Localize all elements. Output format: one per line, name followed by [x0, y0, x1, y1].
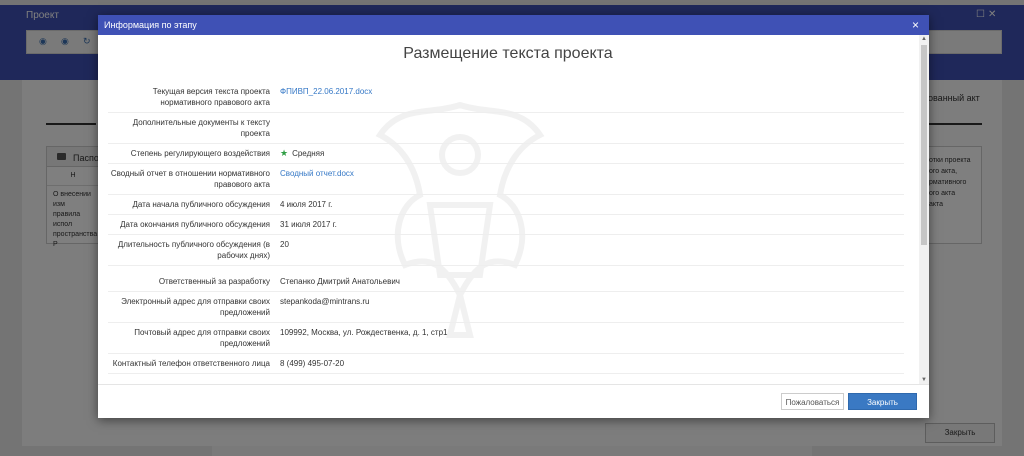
field-responsible: Ответственный за разработку Степанко Дми…	[108, 266, 904, 292]
field-label: Электронный адрес для отправки своих пре…	[121, 297, 270, 317]
field-email: Электронный адрес для отправки своих пре…	[108, 292, 904, 323]
field-label: Сводный отчет в отношении нормативного п…	[110, 169, 270, 189]
field-regulatory-impact: Степень регулирующего воздействия ★ Средн…	[108, 144, 904, 164]
field-value: 4 июля 2017 г.	[280, 200, 333, 209]
field-value: 8 (499) 495-07-20	[280, 359, 345, 368]
complain-button[interactable]: Пожаловаться	[781, 393, 844, 410]
field-label: Дополнительные документы к тексту проект…	[132, 118, 270, 138]
field-label: Степень регулирующего воздействия	[130, 149, 270, 158]
scroll-down-icon[interactable]: ▼	[921, 377, 927, 383]
modal-body: Размещение текста проекта Текущая версия…	[98, 35, 929, 384]
text-version-link[interactable]: ФПИВП_22.06.2017.docx	[280, 87, 372, 96]
field-label: Дата начала публичного обсуждения	[132, 200, 270, 209]
field-label: Длительность публичного обсуждения (в ра…	[117, 240, 270, 260]
scrollbar-thumb[interactable]	[921, 45, 927, 245]
modal-title: Информация по этапу	[104, 20, 197, 30]
close-button[interactable]: Закрыть	[848, 393, 917, 410]
field-value: Средняя	[292, 149, 325, 158]
field-label: Ответственный за разработку	[158, 277, 270, 286]
field-value: stepankoda@mintrans.ru	[280, 297, 370, 306]
modal-header: Информация по этапу ×	[98, 15, 929, 35]
summary-report-link[interactable]: Сводный отчет.docx	[280, 169, 354, 178]
field-label: Дата окончания публичного обсуждения	[120, 220, 270, 229]
field-value: 31 июля 2017 г.	[280, 220, 337, 229]
scroll-up-icon[interactable]: ▲	[921, 36, 927, 42]
field-postal-address: Почтовый адрес для отправки своих предло…	[108, 323, 904, 354]
star-icon: ★	[280, 148, 289, 158]
stage-info-modal: Информация по этапу × Размещение текста …	[98, 15, 929, 418]
field-additional-docs: Дополнительные документы к тексту проект…	[108, 113, 904, 144]
field-label: Почтовый адрес для отправки своих предло…	[134, 328, 270, 348]
stage-title: Размещение текста проекта	[403, 45, 613, 62]
field-value: 109992, Москва, ул. Рождественка, д. 1, …	[280, 328, 448, 337]
field-discussion-duration: Длительность публичного обсуждения (в ра…	[108, 235, 904, 266]
modal-scrollbar[interactable]: ▲ ▼	[919, 35, 929, 384]
field-value: Степанко Дмитрий Анатольевич	[280, 277, 400, 286]
field-value: 20	[280, 240, 289, 249]
field-text-version: Текущая версия текста проекта нормативно…	[108, 82, 904, 113]
field-summary-report: Сводный отчет в отношении нормативного п…	[108, 164, 904, 195]
field-discussion-end: Дата окончания публичного обсуждения 31 …	[108, 215, 904, 235]
field-phone: Контактный телефон ответственного лица 8…	[108, 354, 904, 374]
field-discussion-start: Дата начала публичного обсуждения 4 июля…	[108, 195, 904, 215]
field-label: Текущая версия текста проекта нормативно…	[152, 87, 270, 107]
modal-footer: Пожаловаться Закрыть	[98, 384, 929, 419]
field-label: Контактный телефон ответственного лица	[112, 359, 270, 368]
modal-close-icon[interactable]: ×	[912, 18, 919, 32]
field-value	[280, 113, 904, 143]
stage-fields: Текущая версия текста проекта нормативно…	[108, 82, 904, 374]
